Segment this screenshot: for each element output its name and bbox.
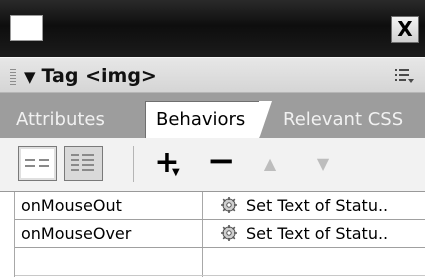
action-label: Set Text of Statu.. [246,196,389,215]
tab-behaviors[interactable]: Behaviors [145,101,273,139]
window-icon [10,15,43,41]
behavior-gear-icon [221,225,237,241]
event-cell[interactable]: onMouseOver [21,220,131,247]
options-menu-icon[interactable] [394,68,416,84]
tab-relevant-css[interactable]: Relevant CSS [275,103,411,138]
behaviors-list: onMouseOut Set Text of Statu.. onMouseOv… [14,192,425,277]
title-bar: X [0,0,425,57]
triangle-down-icon[interactable]: ▼ [24,68,36,86]
panel-title-text: Tag <img> [41,65,157,87]
dropdown-caret-icon: ▼ [172,167,180,178]
behavior-gear-icon [221,197,237,213]
panel-header[interactable]: ▼ Tag <img> [0,57,425,93]
gripper-icon[interactable] [10,69,16,85]
tag-inspector-panel: X ▼ Tag <img> Attributes Behaviors Releva… [0,0,425,277]
behaviors-toolbar: + ▼ − ▲ ▼ [0,138,425,192]
action-cell[interactable]: Set Text of Statu.. [220,192,388,219]
list-all-icon [71,154,94,171]
behavior-row[interactable]: onMouseOut Set Text of Statu.. [15,192,425,220]
tab-attributes[interactable]: Attributes [8,103,113,138]
toolbar-divider [133,146,134,182]
down-arrow-icon[interactable]: ▼ [311,146,335,182]
up-arrow-icon[interactable]: ▲ [258,146,282,182]
action-cell[interactable]: Set Text of Statu.. [220,220,388,247]
add-behavior-button[interactable]: + ▼ [150,146,184,182]
empty-row[interactable] [15,248,425,276]
panel-title[interactable]: ▼ Tag <img> [24,65,157,87]
list-view-icon [25,159,49,167]
close-button[interactable]: X [391,16,419,43]
action-label: Set Text of Statu.. [246,224,389,243]
tab-strip: Attributes Behaviors Relevant CSS [0,93,425,139]
behavior-row[interactable]: onMouseOver Set Text of Statu.. [15,220,425,248]
event-cell[interactable]: onMouseOut [21,192,122,219]
show-set-events-button[interactable] [18,146,57,181]
show-all-events-button[interactable] [64,146,103,181]
remove-behavior-button[interactable]: − [207,144,236,182]
